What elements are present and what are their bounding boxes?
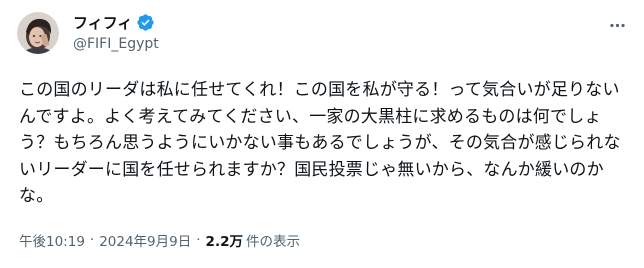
tweet-text: この国のリーダは私に任せてくれ！この国を私が守る！って気合いが足りないんですよ。… xyxy=(19,80,621,206)
tweet-time[interactable]: 午後10:19 xyxy=(19,230,85,250)
meta-separator: · xyxy=(196,232,201,248)
author-name-row: フィフィ xyxy=(73,11,159,33)
author-display-name[interactable]: フィフィ xyxy=(73,12,132,33)
views-label: 件の表示 xyxy=(245,234,300,250)
verified-badge-icon[interactable] xyxy=(136,13,155,32)
tweet-card: フィフィ @FIFI_Egypt この国のリーダは私に任せてくれ！この国を私が守… xyxy=(0,0,644,268)
views-count: 2.2万 xyxy=(205,234,243,250)
tweet-meta: 午後10:19 · 2024年9月9日 · 2.2万 件の表示 xyxy=(19,229,300,251)
author-handle[interactable]: @FIFI_Egypt xyxy=(73,36,159,52)
avatar-image xyxy=(17,12,59,54)
author-block: フィフィ @FIFI_Egypt xyxy=(73,11,159,53)
meta-separator: · xyxy=(89,232,95,248)
avatar[interactable] xyxy=(17,12,59,54)
more-options-button[interactable] xyxy=(606,14,628,36)
tweet-date[interactable]: 2024年9月9日 xyxy=(99,230,191,250)
more-options-icon xyxy=(609,23,625,27)
